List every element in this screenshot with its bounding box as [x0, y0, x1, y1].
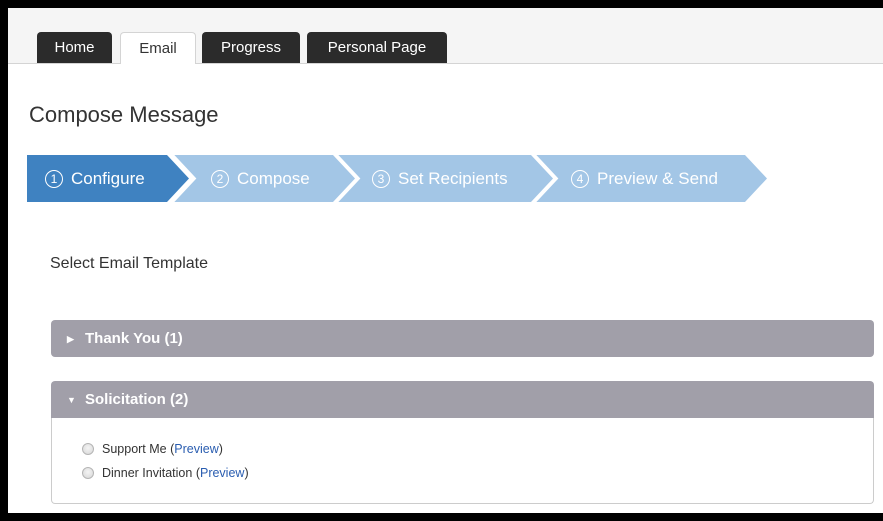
accordion-solicitation-title: Solicitation (2) — [85, 391, 189, 408]
section-label: Select Email Template — [50, 255, 208, 272]
step-label-preview-send: Preview & Send — [597, 169, 718, 188]
template-option-support-me: Support Me (Preview) — [82, 442, 223, 456]
accordion-solicitation-body: Support Me (Preview) Dinner Invitation (… — [51, 418, 874, 504]
tab-email[interactable]: Email — [120, 32, 196, 64]
preview-link[interactable]: Preview — [200, 466, 244, 480]
tab-home[interactable]: Home — [37, 32, 112, 63]
radio-support-me[interactable] — [82, 443, 94, 455]
step-compose[interactable]: 2 Compose — [173, 155, 355, 202]
radio-dinner-invitation[interactable] — [82, 467, 94, 479]
page-title: Compose Message — [29, 102, 219, 127]
step-label-set-recipients: Set Recipients — [398, 169, 508, 188]
step-preview-send[interactable]: 4 Preview & Send — [535, 155, 767, 202]
template-option-label: Support Me — [102, 442, 167, 456]
caret-right-icon: ▶ — [67, 334, 74, 344]
step-label-compose: Compose — [237, 169, 310, 188]
tab-bar: Home Email Progress Personal Page — [8, 8, 883, 64]
close-paren: ) — [244, 466, 249, 480]
step-set-recipients[interactable]: 3 Set Recipients — [337, 155, 553, 202]
accordion-thank-you-title: Thank You (1) — [85, 330, 183, 347]
wizard-steps: 1 Configure 2 Compose 3 Set Recipients 4 Pre… — [27, 155, 787, 202]
accordion-solicitation-header[interactable]: ▼ Solicitation (2) — [51, 381, 874, 418]
step-number-2: 2 — [211, 170, 229, 188]
tab-progress[interactable]: Progress — [202, 32, 300, 63]
caret-down-icon: ▼ — [67, 395, 76, 405]
template-option-label: Dinner Invitation — [102, 466, 193, 480]
template-option-dinner-invitation: Dinner Invitation (Preview) — [82, 466, 249, 480]
step-label-configure: Configure — [71, 169, 145, 188]
accordion-thank-you-header[interactable]: ▶ Thank You (1) — [51, 320, 874, 357]
step-number-1: 1 — [45, 170, 63, 188]
step-number-3: 3 — [372, 170, 390, 188]
close-paren: ) — [218, 442, 223, 456]
step-configure[interactable]: 1 Configure — [27, 155, 189, 202]
step-number-4: 4 — [571, 170, 589, 188]
tab-personal-page[interactable]: Personal Page — [307, 32, 447, 63]
preview-link[interactable]: Preview — [174, 442, 218, 456]
app-frame: Home Email Progress Personal Page Compos… — [8, 8, 883, 513]
